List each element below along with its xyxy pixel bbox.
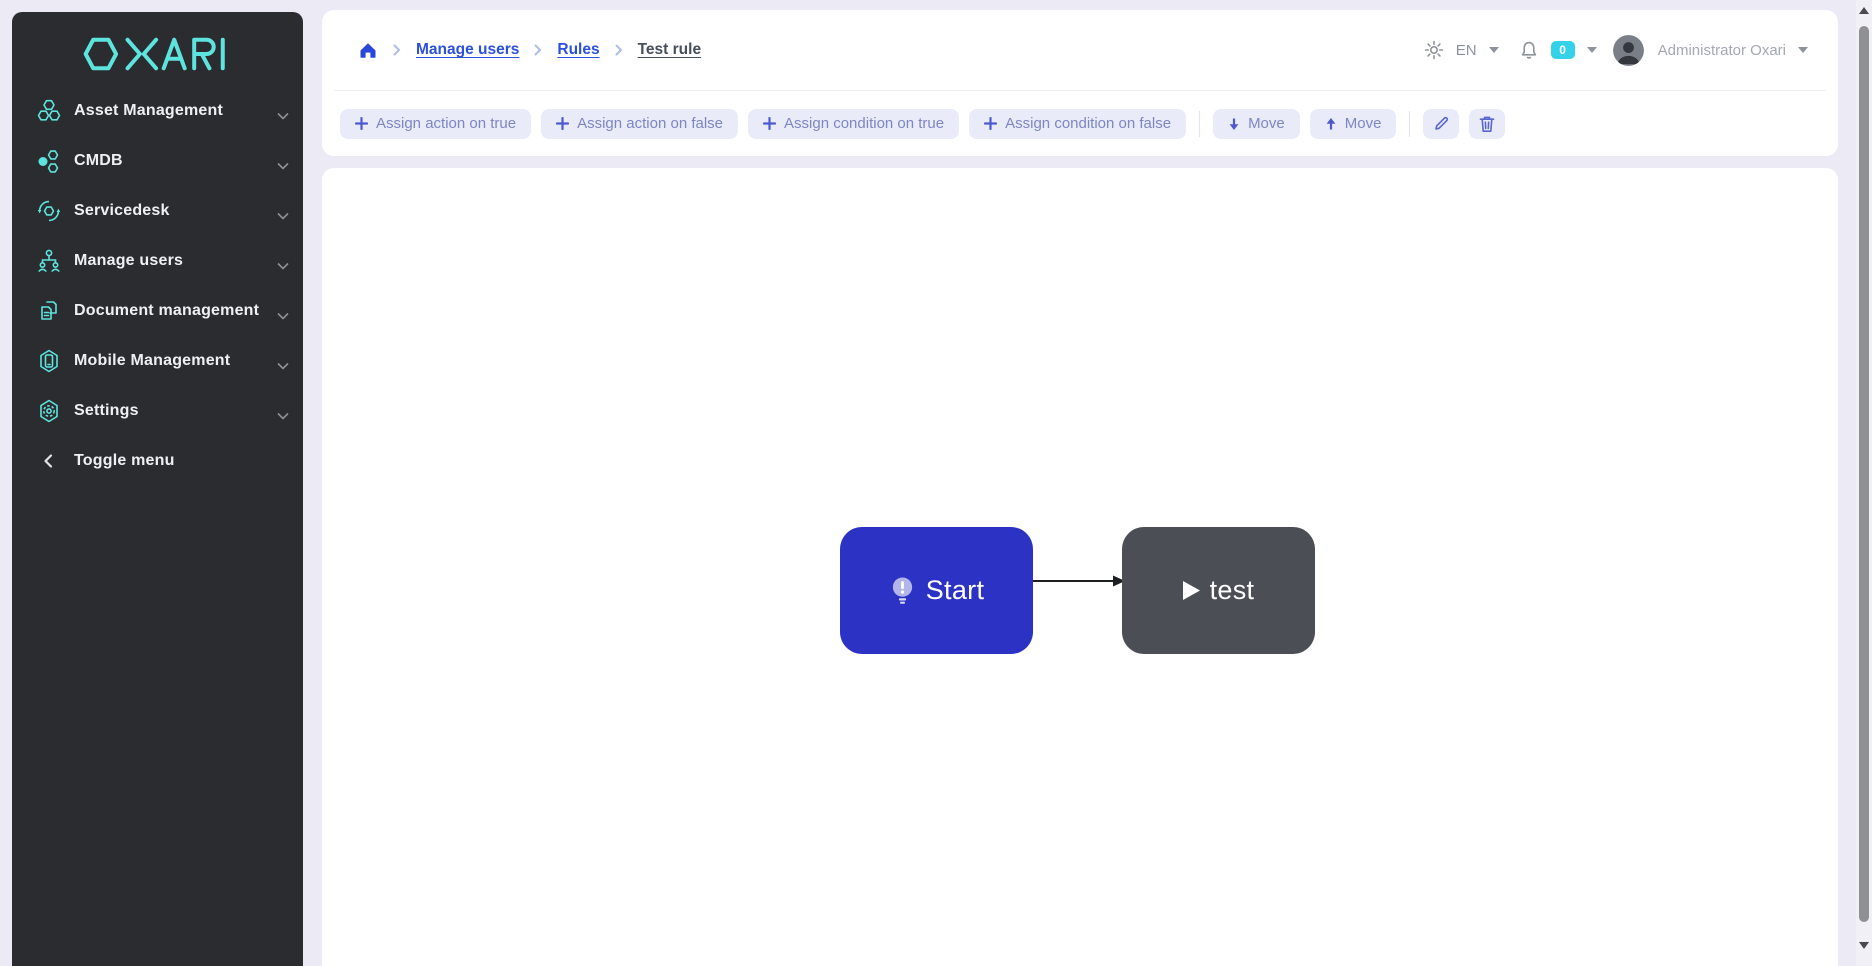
home-icon[interactable] <box>358 40 378 60</box>
toggle-menu-label: Toggle menu <box>74 452 175 470</box>
header-actions: EN 0 <box>1424 35 1808 66</box>
sidebar-item-mobile-management[interactable]: Mobile Management <box>12 336 303 386</box>
trash-icon <box>1479 115 1495 133</box>
move-down-button[interactable]: Move <box>1213 109 1300 139</box>
flow-edge-arrow <box>1033 573 1125 589</box>
breadcrumb-separator-icon <box>393 44 401 56</box>
assign-condition-on-false-button[interactable]: Assign condition on false <box>969 109 1186 139</box>
assign-action-on-false-button[interactable]: Assign action on false <box>541 109 738 139</box>
sidebar-item-manage-users[interactable]: Manage users <box>12 236 303 286</box>
users-org-icon <box>36 248 62 274</box>
sidebar-item-label: Document management <box>74 302 259 320</box>
breadcrumb-current-test-rule[interactable]: Test rule <box>638 41 701 59</box>
toolbar-divider <box>1199 111 1200 137</box>
node-label: Start <box>926 575 985 606</box>
scroll-down-arrow-icon[interactable] <box>1859 942 1869 949</box>
sidebar-item-label: Asset Management <box>74 102 223 120</box>
toolbar: Assign action on true Assign action on f… <box>322 91 1838 156</box>
assign-action-on-true-button[interactable]: Assign action on true <box>340 109 531 139</box>
chevron-left-icon <box>36 448 62 474</box>
rule-flow-canvas[interactable]: Start test <box>322 168 1838 966</box>
plus-icon <box>984 117 997 130</box>
plus-icon <box>763 117 776 130</box>
pencil-icon <box>1433 115 1450 132</box>
flow-node-start[interactable]: Start <box>840 527 1033 654</box>
toolbar-divider <box>1409 111 1410 137</box>
arrow-down-icon <box>1228 117 1240 131</box>
flow-node-test[interactable]: test <box>1122 527 1315 654</box>
oxari-logo <box>12 12 303 74</box>
play-icon <box>1183 581 1200 600</box>
user-menu-caret-icon[interactable] <box>1798 47 1808 53</box>
chevron-down-icon <box>277 207 289 225</box>
sidebar-item-asset-management[interactable]: Asset Management <box>12 86 303 136</box>
gear-icon[interactable] <box>1424 40 1444 60</box>
mobile-shield-icon <box>36 348 62 374</box>
bulb-exclamation-icon <box>889 575 916 606</box>
breadcrumb-separator-icon <box>534 44 542 56</box>
sidebar-nav: Asset Management CMDB <box>12 86 303 486</box>
language-caret-icon[interactable] <box>1489 47 1499 53</box>
vertical-scrollbar[interactable] <box>1856 0 1872 966</box>
delete-button[interactable] <box>1469 109 1505 139</box>
notification-caret-icon[interactable] <box>1587 47 1597 53</box>
sidebar-item-document-management[interactable]: Document management <box>12 286 303 336</box>
chevron-down-icon <box>277 107 289 125</box>
settings-gear-icon <box>36 398 62 424</box>
oxari-logo-icon <box>78 34 238 74</box>
scrollbar-thumb[interactable] <box>1859 26 1869 922</box>
scroll-up-arrow-icon[interactable] <box>1859 7 1869 14</box>
edit-button[interactable] <box>1423 109 1459 139</box>
servicedesk-icon <box>36 198 62 224</box>
sidebar-item-label: Mobile Management <box>74 352 230 370</box>
plus-icon <box>556 117 569 130</box>
sidebar-item-settings[interactable]: Settings <box>12 386 303 436</box>
language-label[interactable]: EN <box>1456 42 1477 59</box>
notification-badge[interactable]: 0 <box>1551 41 1575 59</box>
plus-icon <box>355 117 368 130</box>
chevron-down-icon <box>277 157 289 175</box>
bell-icon[interactable] <box>1519 40 1539 61</box>
arrow-up-icon <box>1325 117 1337 131</box>
move-up-button[interactable]: Move <box>1310 109 1397 139</box>
breadcrumb: Manage users Rules Test rule EN <box>322 10 1838 90</box>
cmdb-nodes-icon <box>36 148 62 174</box>
chevron-down-icon <box>277 407 289 425</box>
sidebar-item-servicedesk[interactable]: Servicedesk <box>12 186 303 236</box>
asset-hexagons-icon <box>36 98 62 124</box>
documents-icon <box>36 298 62 324</box>
sidebar: Asset Management CMDB <box>12 12 303 966</box>
toggle-menu-button[interactable]: Toggle menu <box>12 436 303 486</box>
node-label: test <box>1210 575 1255 606</box>
sidebar-item-label: Settings <box>74 402 139 420</box>
sidebar-item-label: Manage users <box>74 252 183 270</box>
breadcrumb-separator-icon <box>615 44 623 56</box>
user-name[interactable]: Administrator Oxari <box>1658 42 1786 59</box>
sidebar-item-label: Servicedesk <box>74 202 170 220</box>
assign-condition-on-true-button[interactable]: Assign condition on true <box>748 109 959 139</box>
sidebar-item-cmdb[interactable]: CMDB <box>12 136 303 186</box>
chevron-down-icon <box>277 307 289 325</box>
chevron-down-icon <box>277 257 289 275</box>
avatar[interactable] <box>1613 35 1644 66</box>
chevron-down-icon <box>277 357 289 375</box>
sidebar-item-label: CMDB <box>74 152 123 170</box>
breadcrumb-link-manage-users[interactable]: Manage users <box>416 41 519 59</box>
header-card: Manage users Rules Test rule EN <box>322 10 1838 156</box>
breadcrumb-link-rules[interactable]: Rules <box>557 41 599 59</box>
